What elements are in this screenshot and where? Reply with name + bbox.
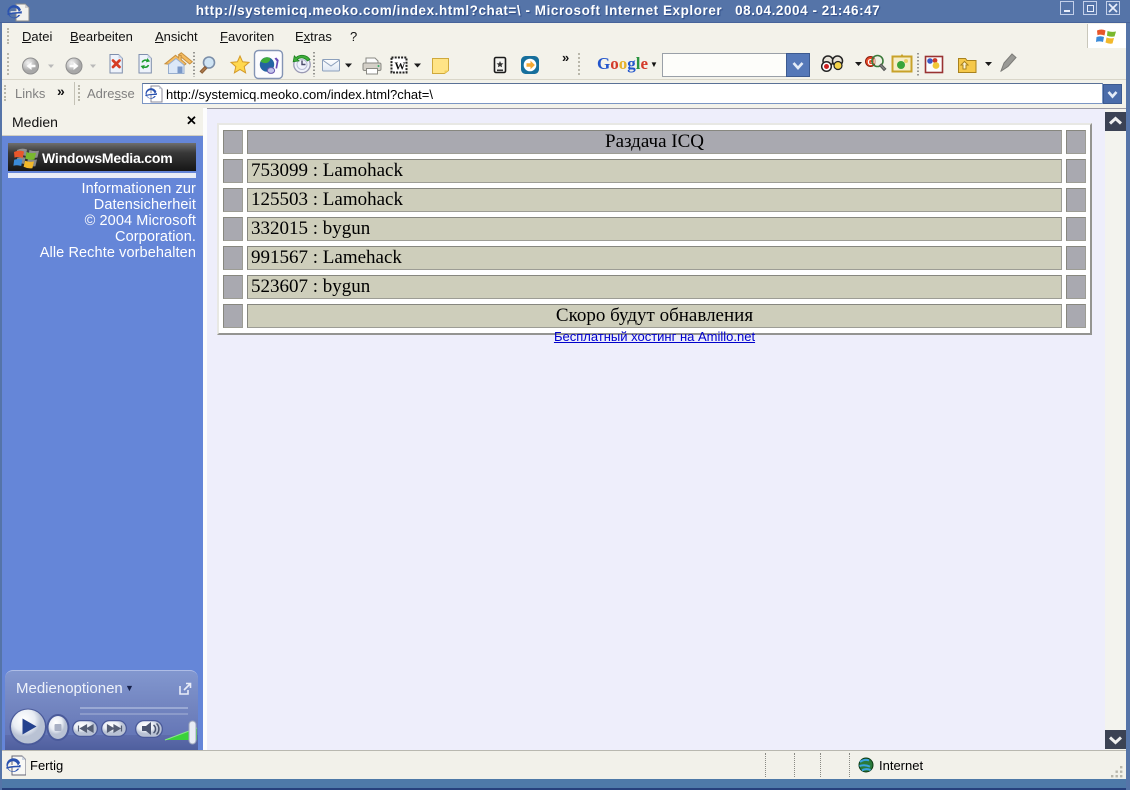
svg-text:»: » xyxy=(562,50,569,65)
svg-text:W: W xyxy=(395,61,406,73)
